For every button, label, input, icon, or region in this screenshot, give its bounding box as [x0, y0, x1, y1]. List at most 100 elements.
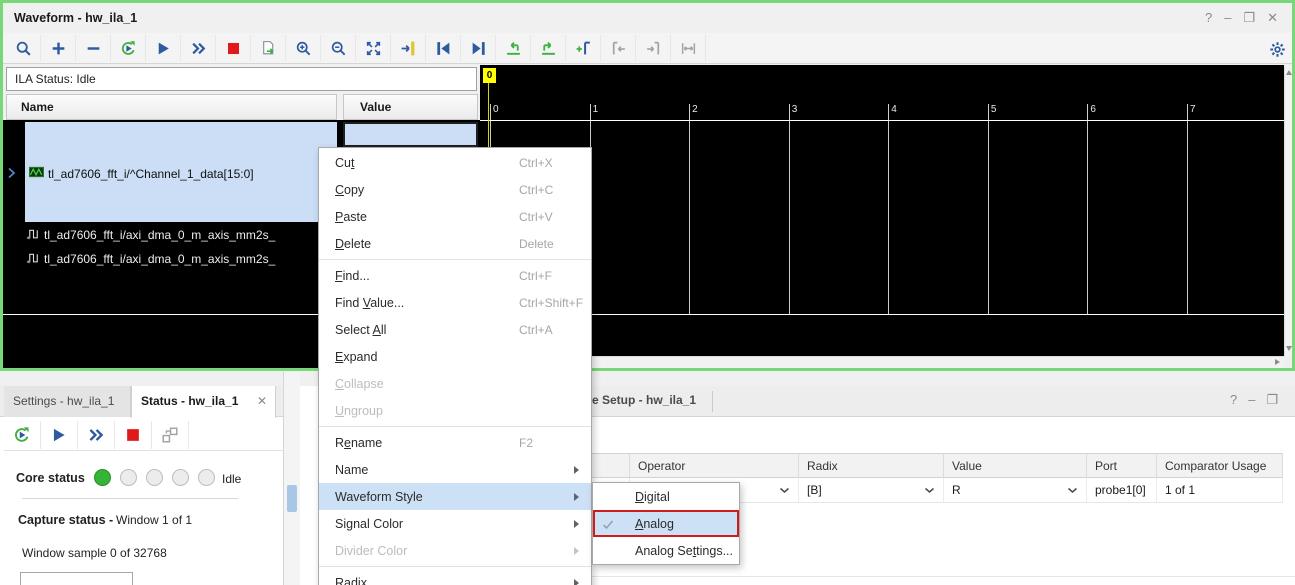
- menu-item-label: Signal Color: [335, 517, 403, 531]
- menu-item-rename[interactable]: RenameF2: [319, 429, 591, 456]
- goto-previous-transition-icon[interactable]: [426, 35, 461, 61]
- settings-gear-icon[interactable]: [1264, 36, 1290, 62]
- menu-shortcut: F2: [519, 436, 533, 450]
- search-icon[interactable]: [6, 35, 41, 61]
- add-marker-icon[interactable]: [566, 35, 601, 61]
- window-sample-value: Window sample 0 of 32768: [22, 546, 167, 560]
- menu-item-name[interactable]: Name: [319, 456, 591, 483]
- help-icon[interactable]: ?: [1230, 392, 1237, 408]
- core-status-light-active: [94, 469, 111, 486]
- zoom-out-icon[interactable]: [321, 35, 356, 61]
- run-trigger-immediate-icon[interactable]: [78, 421, 115, 449]
- minimize-icon[interactable]: –: [1248, 392, 1255, 408]
- auto-re-trigger-icon[interactable]: [4, 421, 41, 449]
- core-status-light: [198, 469, 215, 486]
- run-trigger-icon[interactable]: [41, 421, 78, 449]
- menu-item-paste[interactable]: PasteCtrl+V: [319, 203, 591, 230]
- menu-shortcut: Delete: [519, 237, 554, 251]
- ruler-tick-label: 6: [1090, 104, 1096, 115]
- trigger-col-header-comparator-usage[interactable]: Comparator Usage: [1157, 453, 1283, 478]
- menu-item-cut[interactable]: CutCtrl+X: [319, 149, 591, 176]
- menu-item-label: Waveform Style: [335, 490, 423, 504]
- menu-item-collapse: Collapse: [319, 370, 591, 397]
- tab-close-icon[interactable]: ✕: [257, 386, 267, 416]
- trigger-col-header-gutter[interactable]: [591, 453, 630, 478]
- zoom-in-icon[interactable]: [286, 35, 321, 61]
- progress-field: [20, 572, 133, 585]
- menu-item-label: Copy: [335, 183, 364, 197]
- minimize-icon[interactable]: –: [1224, 10, 1231, 26]
- trigger-col-header-port[interactable]: Port: [1087, 453, 1157, 478]
- menu-item-find[interactable]: Find...Ctrl+F: [319, 262, 591, 289]
- trigger-col-header-operator[interactable]: Operator: [630, 453, 799, 478]
- submenu-item-analog-settings[interactable]: Analog Settings...: [593, 537, 739, 564]
- auto-re-trigger-icon[interactable]: [111, 35, 146, 61]
- add-probes-icon[interactable]: [41, 35, 76, 61]
- span-markers-icon: [671, 35, 706, 61]
- menu-item-select-all[interactable]: Select AllCtrl+A: [319, 316, 591, 343]
- help-icon[interactable]: ?: [1205, 10, 1212, 26]
- panel-top-margin: [0, 372, 284, 386]
- menu-item-radix[interactable]: Radix: [319, 569, 591, 585]
- submenu-arrow-icon: [574, 579, 579, 585]
- submenu-item-analog[interactable]: Analog: [593, 510, 739, 537]
- goto-next-transition-icon[interactable]: [461, 35, 496, 61]
- menu-item-copy[interactable]: CopyCtrl+C: [319, 176, 591, 203]
- remove-probes-icon[interactable]: [76, 35, 111, 61]
- core-status-state: Idle: [222, 472, 241, 486]
- swap-post-trigger-icon[interactable]: [531, 35, 566, 61]
- port-cell[interactable]: probe1[0]: [1087, 478, 1157, 503]
- window-focus-border: [0, 368, 1295, 371]
- menu-item-waveform-style[interactable]: Waveform Style: [319, 483, 591, 510]
- menu-shortcut: Ctrl+A: [519, 323, 553, 337]
- menu-item-expand[interactable]: Expand: [319, 343, 591, 370]
- vivado-hardware-manager-screen: Waveform - hw_ila_1 ? – ❐ ✕ ILA Status: …: [0, 0, 1295, 585]
- value-column-header[interactable]: Value: [343, 94, 478, 120]
- signal-row-label[interactable]: tl_ad7606_fft_i/axi_dma_0_m_axis_mm2s_: [44, 252, 322, 270]
- selected-value-cell[interactable]: [343, 122, 478, 147]
- tab-capture-setup[interactable]: e Setup - hw_ila_1: [592, 393, 696, 407]
- port-cell-value: probe1[0]: [1095, 483, 1146, 497]
- menu-item-label: Name: [335, 463, 368, 477]
- swap-pre-trigger-icon[interactable]: [496, 35, 531, 61]
- window-focus-border: [0, 0, 1295, 3]
- maximize-icon[interactable]: ❐: [1243, 10, 1255, 26]
- trigger-col-header-radix[interactable]: Radix: [799, 453, 944, 478]
- expand-arrow-icon[interactable]: [7, 167, 16, 182]
- tab-settings-hw-ila-1[interactable]: Settings - hw_ila_1: [4, 386, 131, 417]
- wave-gridline: [988, 121, 989, 314]
- trigger-col-header-value[interactable]: Value: [944, 453, 1087, 478]
- waveform-titlebar: Waveform - hw_ila_1 ? – ❐ ✕: [3, 3, 1292, 34]
- waveform-horizontal-scrollbar[interactable]: [480, 356, 1284, 368]
- menu-item-ungroup: Ungroup: [319, 397, 591, 424]
- close-icon[interactable]: ✕: [1267, 10, 1278, 26]
- splitter-handle[interactable]: [287, 485, 297, 512]
- run-trigger-icon[interactable]: [146, 35, 181, 61]
- tab-status-hw-ila-1[interactable]: Status - hw_ila_1 ✕: [131, 386, 276, 418]
- value-dropdown[interactable]: R: [944, 478, 1087, 503]
- content-divider: [591, 576, 1295, 577]
- menu-item-find-value[interactable]: Find Value...Ctrl+Shift+F: [319, 289, 591, 316]
- maximize-icon[interactable]: ❐: [1266, 392, 1278, 408]
- submenu-item-label: Analog: [635, 517, 674, 531]
- submenu-item-digital[interactable]: Digital: [593, 483, 739, 510]
- menu-item-delete[interactable]: DeleteDelete: [319, 230, 591, 257]
- panel-splitter[interactable]: [284, 372, 300, 585]
- menu-item-signal-color[interactable]: Signal Color: [319, 510, 591, 537]
- comparator-usage-cell[interactable]: 1 of 1: [1157, 478, 1283, 503]
- scroll-right-icon[interactable]: [1275, 359, 1280, 365]
- marker-badge[interactable]: 0: [483, 68, 496, 83]
- name-column-header[interactable]: Name: [6, 94, 337, 120]
- stop-trigger-icon[interactable]: [216, 35, 251, 61]
- run-trigger-immediate-icon[interactable]: [181, 35, 216, 61]
- core-status-light: [120, 469, 137, 486]
- goto-trigger-icon[interactable]: [391, 35, 426, 61]
- export-data-icon[interactable]: [251, 35, 286, 61]
- signal-row-label[interactable]: tl_ad7606_fft_i/axi_dma_0_m_axis_mm2s_: [44, 228, 322, 246]
- divider: [22, 498, 238, 499]
- zoom-fit-icon[interactable]: [356, 35, 391, 61]
- stop-trigger-icon[interactable]: [115, 421, 152, 449]
- ruler-tick-label: 0: [493, 104, 499, 115]
- waveform-plot-area[interactable]: [480, 65, 1284, 356]
- radix-dropdown[interactable]: [B]: [799, 478, 944, 503]
